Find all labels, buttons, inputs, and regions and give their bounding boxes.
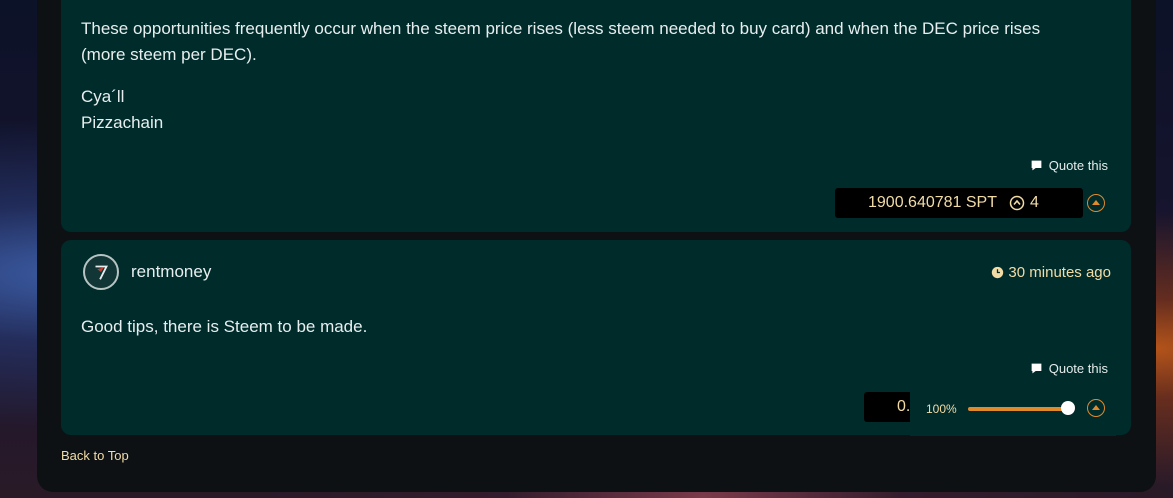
post-paragraph: These opportunities frequently occur whe… [81, 19, 1041, 64]
reply-body: Good tips, there is Steem to be made. [81, 317, 368, 336]
vote-weight-popover: 100% [910, 382, 1116, 436]
post-signoff: Cya´ll [81, 87, 125, 106]
time-label: 30 minutes ago [1008, 264, 1111, 281]
comment-icon [1031, 160, 1042, 171]
post-signature: Pizzachain [81, 113, 164, 132]
comment-icon [1031, 363, 1042, 374]
upvote-count-icon [1009, 195, 1025, 211]
vote-count: 4 [1030, 194, 1039, 211]
timestamp: 30 minutes ago [991, 264, 1111, 281]
quote-button[interactable]: Quote this [1030, 158, 1108, 173]
quote-label: Quote this [1048, 361, 1108, 376]
quote-button[interactable]: Quote this [1030, 361, 1108, 376]
payout-value: 0. [897, 398, 911, 415]
avatar-logo-icon [95, 265, 108, 280]
upvote-icon[interactable] [1087, 399, 1105, 417]
vote-weight-label: 100% [926, 402, 957, 416]
payout-value: 1900.640781 SPT [868, 194, 997, 211]
vote-weight-slider[interactable] [968, 407, 1068, 411]
payout-box: 1900.640781 SPT 4 [835, 188, 1083, 218]
author-name[interactable]: rentmoney [131, 262, 211, 282]
quote-label: Quote this [1048, 158, 1108, 173]
clock-icon [992, 266, 1004, 279]
slider-handle[interactable] [1061, 401, 1075, 415]
post-card: These opportunities frequently occur whe… [61, 0, 1131, 232]
avatar[interactable] [83, 254, 119, 290]
upvote-icon[interactable] [1087, 194, 1105, 212]
back-to-top-link[interactable]: Back to Top [61, 448, 129, 463]
